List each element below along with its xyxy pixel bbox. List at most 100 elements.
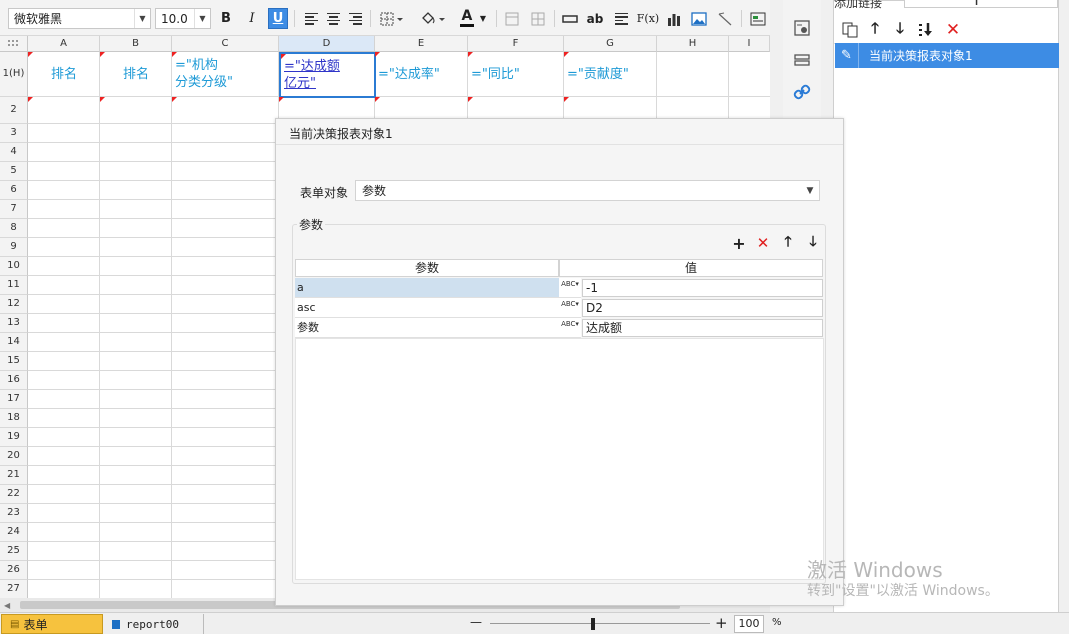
zoom-slider-track[interactable]: [490, 623, 710, 624]
row-header[interactable]: 27: [0, 580, 28, 598]
delete-param-icon[interactable]: ✕: [754, 234, 772, 252]
row-header[interactable]: 23: [0, 504, 28, 523]
zoom-in-button[interactable]: +: [715, 614, 728, 632]
column-header-f[interactable]: F: [468, 36, 564, 52]
row-header[interactable]: 20: [0, 447, 28, 466]
column-header-b[interactable]: B: [100, 36, 172, 52]
row-header[interactable]: 22: [0, 485, 28, 504]
sheet-tab-report[interactable]: report00: [104, 614, 204, 634]
value-type-abc-icon[interactable]: ABC▾: [559, 318, 581, 338]
row-header[interactable]: 7: [0, 200, 28, 219]
move-bottom-icon[interactable]: [917, 21, 935, 39]
row-header[interactable]: 5: [0, 162, 28, 181]
column-header-a[interactable]: A: [28, 36, 100, 52]
font-color-button[interactable]: A ▼: [456, 8, 490, 29]
add-link-button[interactable]: +: [904, 0, 1058, 10]
bold-button[interactable]: B: [216, 8, 236, 29]
row-header[interactable]: 16: [0, 371, 28, 390]
param-value-input[interactable]: 达成额: [582, 319, 823, 337]
row-header[interactable]: 8: [0, 219, 28, 238]
param-row[interactable]: asc ABC▾ D2: [295, 298, 824, 318]
align-right-icon[interactable]: [345, 8, 365, 29]
link-icon[interactable]: [792, 82, 812, 102]
cell-g1[interactable]: ="贡献度": [564, 52, 657, 96]
param-value-input[interactable]: -1: [582, 279, 823, 297]
value-type-abc-icon[interactable]: ABC▾: [559, 278, 581, 298]
merge-cells-icon[interactable]: [502, 8, 522, 29]
font-family-select[interactable]: 微软雅黑 ▼: [8, 8, 151, 29]
row-header[interactable]: 10: [0, 257, 28, 276]
row-header[interactable]: 14: [0, 333, 28, 352]
move-param-up-icon[interactable]: 🡑: [779, 234, 797, 252]
align-center-icon[interactable]: [323, 8, 343, 29]
row-header[interactable]: 6: [0, 181, 28, 200]
cell-e1[interactable]: ="达成率": [375, 52, 468, 96]
row-header[interactable]: 17: [0, 390, 28, 409]
border-icon[interactable]: [377, 8, 407, 29]
move-down-icon[interactable]: 🡓: [891, 19, 909, 39]
delete-icon[interactable]: ✕: [944, 20, 962, 40]
column-header-h[interactable]: H: [657, 36, 729, 52]
row-header[interactable]: 2: [0, 97, 28, 124]
select-all-corner[interactable]: [0, 36, 28, 52]
param-name[interactable]: 参数: [295, 318, 559, 338]
image-icon[interactable]: [689, 8, 709, 29]
cell-c1[interactable]: ="机构 分类分级": [172, 52, 279, 96]
column-header-c[interactable]: C: [172, 36, 279, 52]
row-header[interactable]: 25: [0, 542, 28, 561]
font-size-select[interactable]: 10.0 ▼: [155, 8, 211, 29]
row-header[interactable]: 9: [0, 238, 28, 257]
row-header[interactable]: 3: [0, 124, 28, 143]
param-name[interactable]: asc: [295, 298, 559, 318]
paragraph-icon[interactable]: [611, 8, 631, 29]
sheet-tab-form[interactable]: ▤ 表单: [1, 614, 103, 634]
copy-icon[interactable]: [841, 21, 859, 39]
widget-settings-icon[interactable]: [748, 8, 768, 29]
formula-icon[interactable]: F(x): [637, 8, 659, 29]
cell-d1-selected[interactable]: ="达成额 亿元": [279, 52, 376, 98]
row-header[interactable]: 24: [0, 523, 28, 542]
hyperlink-list-item[interactable]: ✎ 当前决策报表对象1: [835, 43, 1059, 68]
italic-button[interactable]: I: [242, 8, 262, 29]
row-header[interactable]: 11: [0, 276, 28, 295]
param-value-input[interactable]: D2: [582, 299, 823, 317]
row-header[interactable]: 19: [0, 428, 28, 447]
cell-f1[interactable]: ="同比": [468, 52, 564, 96]
scroll-left-icon[interactable]: ◀: [4, 601, 10, 610]
row-header[interactable]: 12: [0, 295, 28, 314]
cell-a1[interactable]: 排名: [28, 52, 100, 96]
underline-button[interactable]: U: [268, 8, 288, 29]
align-left-icon[interactable]: [301, 8, 321, 29]
text-field-icon[interactable]: [560, 8, 580, 29]
column-header-g[interactable]: G: [564, 36, 657, 52]
text-ab-icon[interactable]: ab: [585, 8, 605, 29]
add-param-icon[interactable]: +: [730, 234, 748, 253]
value-type-abc-icon[interactable]: ABC▾: [559, 298, 581, 318]
form-object-select[interactable]: 参数 ▼: [355, 180, 820, 201]
move-up-icon[interactable]: 🡑: [866, 19, 884, 39]
properties-icon[interactable]: [792, 18, 812, 38]
row-header[interactable]: 15: [0, 352, 28, 371]
move-param-down-icon[interactable]: 🡓: [804, 234, 822, 252]
zoom-slider-thumb[interactable]: [591, 618, 595, 630]
row-header[interactable]: 1(H): [0, 52, 28, 97]
row-header[interactable]: 13: [0, 314, 28, 333]
row-header[interactable]: 4: [0, 143, 28, 162]
zoom-input[interactable]: 100: [734, 615, 764, 633]
slash-line-icon[interactable]: [715, 8, 735, 29]
param-row[interactable]: 参数 ABC▾ 达成额: [295, 318, 824, 338]
split-cells-icon[interactable]: [528, 8, 548, 29]
fill-color-icon[interactable]: [418, 8, 448, 29]
bar-chart-icon[interactable]: [664, 8, 684, 29]
cell-b1[interactable]: 排名: [100, 52, 172, 96]
row-header[interactable]: 21: [0, 466, 28, 485]
row-header[interactable]: 18: [0, 409, 28, 428]
column-header-d[interactable]: D: [279, 36, 375, 52]
column-header-e[interactable]: E: [375, 36, 468, 52]
row-header[interactable]: 26: [0, 561, 28, 580]
param-name[interactable]: a: [295, 278, 559, 298]
param-row[interactable]: a ABC▾ -1: [295, 278, 824, 298]
zoom-out-button[interactable]: —: [470, 615, 482, 629]
layers-icon[interactable]: [792, 50, 812, 70]
column-header-i[interactable]: I: [729, 36, 770, 52]
